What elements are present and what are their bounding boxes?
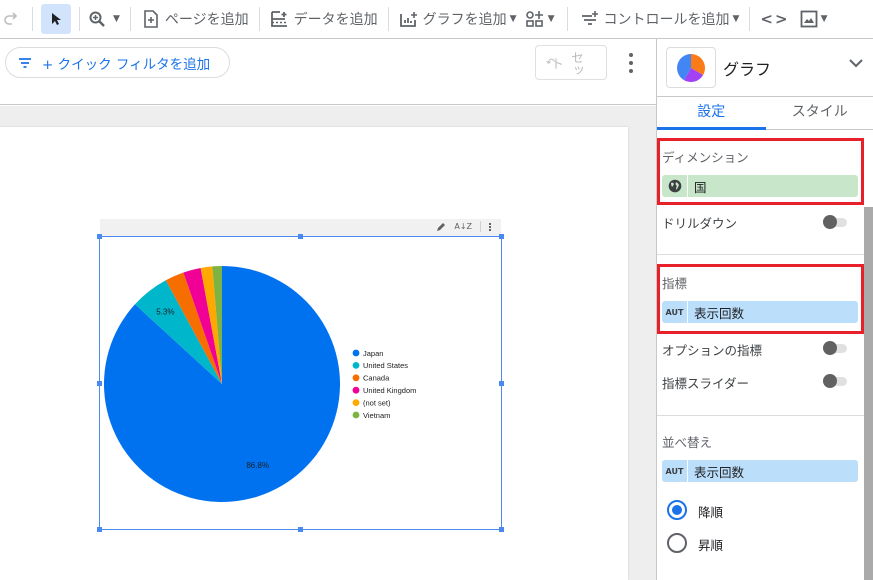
sort-field: 表示回数 bbox=[694, 464, 745, 480]
dimension-chip[interactable]: 国 bbox=[662, 175, 858, 197]
image-icon bbox=[800, 10, 817, 28]
tab-setup[interactable]: 設定 bbox=[657, 97, 766, 130]
properties-panel: グラフ 設定 スタイル ディメンション 国 ドリルダウン 指標 AUT 表示回数… bbox=[656, 39, 873, 580]
select-tool-button[interactable] bbox=[41, 4, 71, 34]
legend-item-label[interactable]: United States bbox=[363, 361, 408, 370]
optional-metrics-label: オプションの指標 bbox=[662, 343, 763, 358]
drilldown-toggle[interactable] bbox=[823, 215, 849, 229]
chevron-down-icon: ▼ bbox=[820, 14, 828, 24]
section-divider bbox=[657, 254, 864, 255]
sort-az-icon[interactable]: A↓Z bbox=[454, 222, 472, 231]
toolbar-divider bbox=[566, 7, 568, 31]
add-data-button[interactable]: データを追加 bbox=[270, 4, 378, 34]
metric-slider-label: 指標スライダー bbox=[662, 376, 750, 391]
pie-chart-component[interactable]: 86.8% 5.3% Japan United States Canada United… bbox=[97, 234, 504, 532]
panel-title: グラフ bbox=[723, 60, 772, 79]
legend-swatch bbox=[352, 411, 360, 419]
redo-button[interactable] bbox=[0, 4, 22, 34]
add-chart-button[interactable]: グラフを追加 ▼ bbox=[399, 4, 517, 34]
filter-icon bbox=[19, 57, 31, 68]
add-data-icon bbox=[270, 9, 290, 29]
metric-type-badge: AUT bbox=[662, 301, 688, 323]
drilldown-label: ドリルダウン bbox=[662, 216, 738, 231]
legend-item-label[interactable]: Vietnam bbox=[363, 411, 390, 420]
edit-pencil-icon[interactable] bbox=[436, 222, 446, 232]
sort-ascending-label: 昇順 bbox=[698, 538, 724, 553]
zoom-button[interactable]: ▼ bbox=[88, 4, 120, 34]
panel-scrollbar[interactable] bbox=[864, 207, 873, 580]
pie-data-label: 5.3% bbox=[156, 307, 174, 316]
more-options-icon[interactable] bbox=[624, 53, 638, 73]
sort-chip[interactable]: AUT 表示回数 bbox=[662, 460, 858, 482]
shapes-add-icon bbox=[525, 11, 543, 27]
add-quick-filter-label: + クイック フィルタを追加 bbox=[42, 56, 211, 73]
chevron-down-icon[interactable] bbox=[848, 55, 864, 71]
legend-item-label[interactable]: Japan bbox=[363, 349, 383, 358]
filter-bar: + クイック フィルタを追加 ↶ セット bbox=[0, 39, 656, 105]
add-chart-icon bbox=[399, 9, 419, 29]
chevron-down-icon: ▼ bbox=[113, 14, 120, 24]
legend-item-label[interactable]: United Kingdom bbox=[363, 386, 416, 395]
add-page-button[interactable]: ページを追加 bbox=[141, 4, 249, 34]
add-image-button[interactable]: ▼ bbox=[800, 4, 828, 34]
tab-style[interactable]: スタイル bbox=[766, 97, 873, 129]
metric-label: 指標 bbox=[662, 276, 688, 291]
legend-item-label[interactable]: Canada bbox=[363, 374, 390, 383]
code-brackets-icon: <> bbox=[760, 10, 790, 28]
pie-chart: 86.8% 5.3% Japan United States Canada United… bbox=[104, 266, 416, 503]
add-page-label: ページを追加 bbox=[164, 12, 249, 28]
legend-swatch bbox=[352, 362, 360, 369]
chart-type-selector[interactable] bbox=[666, 47, 716, 88]
embed-code-button[interactable]: <> bbox=[760, 4, 789, 34]
add-quick-filter-button[interactable]: + クイック フィルタを追加 bbox=[5, 47, 230, 78]
pie-data-label: 86.8% bbox=[246, 461, 269, 470]
toolbar-divider bbox=[258, 7, 260, 31]
toolbar-divider bbox=[749, 7, 751, 31]
cursor-arrow-icon bbox=[52, 13, 61, 25]
chevron-down-icon: ▼ bbox=[732, 14, 740, 24]
dimension-label: ディメンション bbox=[662, 150, 749, 165]
section-divider bbox=[657, 415, 864, 416]
sort-type-badge: AUT bbox=[662, 460, 688, 482]
metric-chip[interactable]: AUT 表示回数 bbox=[662, 301, 858, 323]
sort-descending-label: 降順 bbox=[698, 505, 724, 520]
toolbar-divider bbox=[129, 7, 131, 31]
zoom-in-icon bbox=[89, 11, 105, 27]
legend-swatch bbox=[352, 374, 360, 382]
redo-icon bbox=[4, 12, 18, 25]
chart-menu-icon[interactable] bbox=[489, 222, 491, 231]
legend-swatch bbox=[352, 386, 360, 394]
reset-button[interactable]: ↶ セット bbox=[535, 45, 607, 80]
chevron-down-icon: ▼ bbox=[509, 14, 517, 24]
metric-slider-toggle[interactable] bbox=[823, 374, 849, 388]
header-divider bbox=[480, 221, 481, 232]
toolbar-divider bbox=[79, 7, 80, 31]
dimension-field: 国 bbox=[694, 179, 707, 195]
metric-highlight bbox=[657, 264, 864, 334]
reset-label: セット bbox=[548, 50, 583, 77]
legend-swatch bbox=[352, 349, 360, 357]
add-page-icon bbox=[141, 9, 161, 29]
chevron-down-icon: ▼ bbox=[547, 14, 555, 24]
sort-descending-radio[interactable] bbox=[667, 500, 687, 520]
add-chart-label: グラフを追加 bbox=[422, 12, 507, 28]
metric-field: 表示回数 bbox=[694, 305, 745, 321]
sort-ascending-radio[interactable] bbox=[667, 533, 687, 553]
toolbar-divider bbox=[387, 7, 389, 31]
add-data-label: データを追加 bbox=[293, 12, 378, 28]
legend-swatch bbox=[352, 399, 360, 406]
globe-icon bbox=[662, 175, 688, 197]
legend-item-label[interactable]: (not set) bbox=[363, 398, 391, 407]
toolbar-divider bbox=[32, 7, 33, 31]
control-filter-icon bbox=[580, 9, 600, 29]
panel-tabs: 設定 スタイル bbox=[657, 96, 873, 130]
optional-metrics-toggle[interactable] bbox=[823, 341, 849, 355]
add-component-button[interactable]: ▼ bbox=[525, 4, 555, 34]
toolbar: ▼ ページを追加 データを追加 グラフを追加 ▼ ▼ コントロールを追加 ▼ <… bbox=[0, 0, 873, 39]
add-control-label: コントロールを追加 bbox=[603, 12, 730, 28]
pie-chart-type-icon bbox=[677, 53, 705, 82]
add-control-button[interactable]: コントロールを追加 ▼ bbox=[580, 4, 740, 34]
sort-label: 並べ替え bbox=[662, 435, 713, 450]
